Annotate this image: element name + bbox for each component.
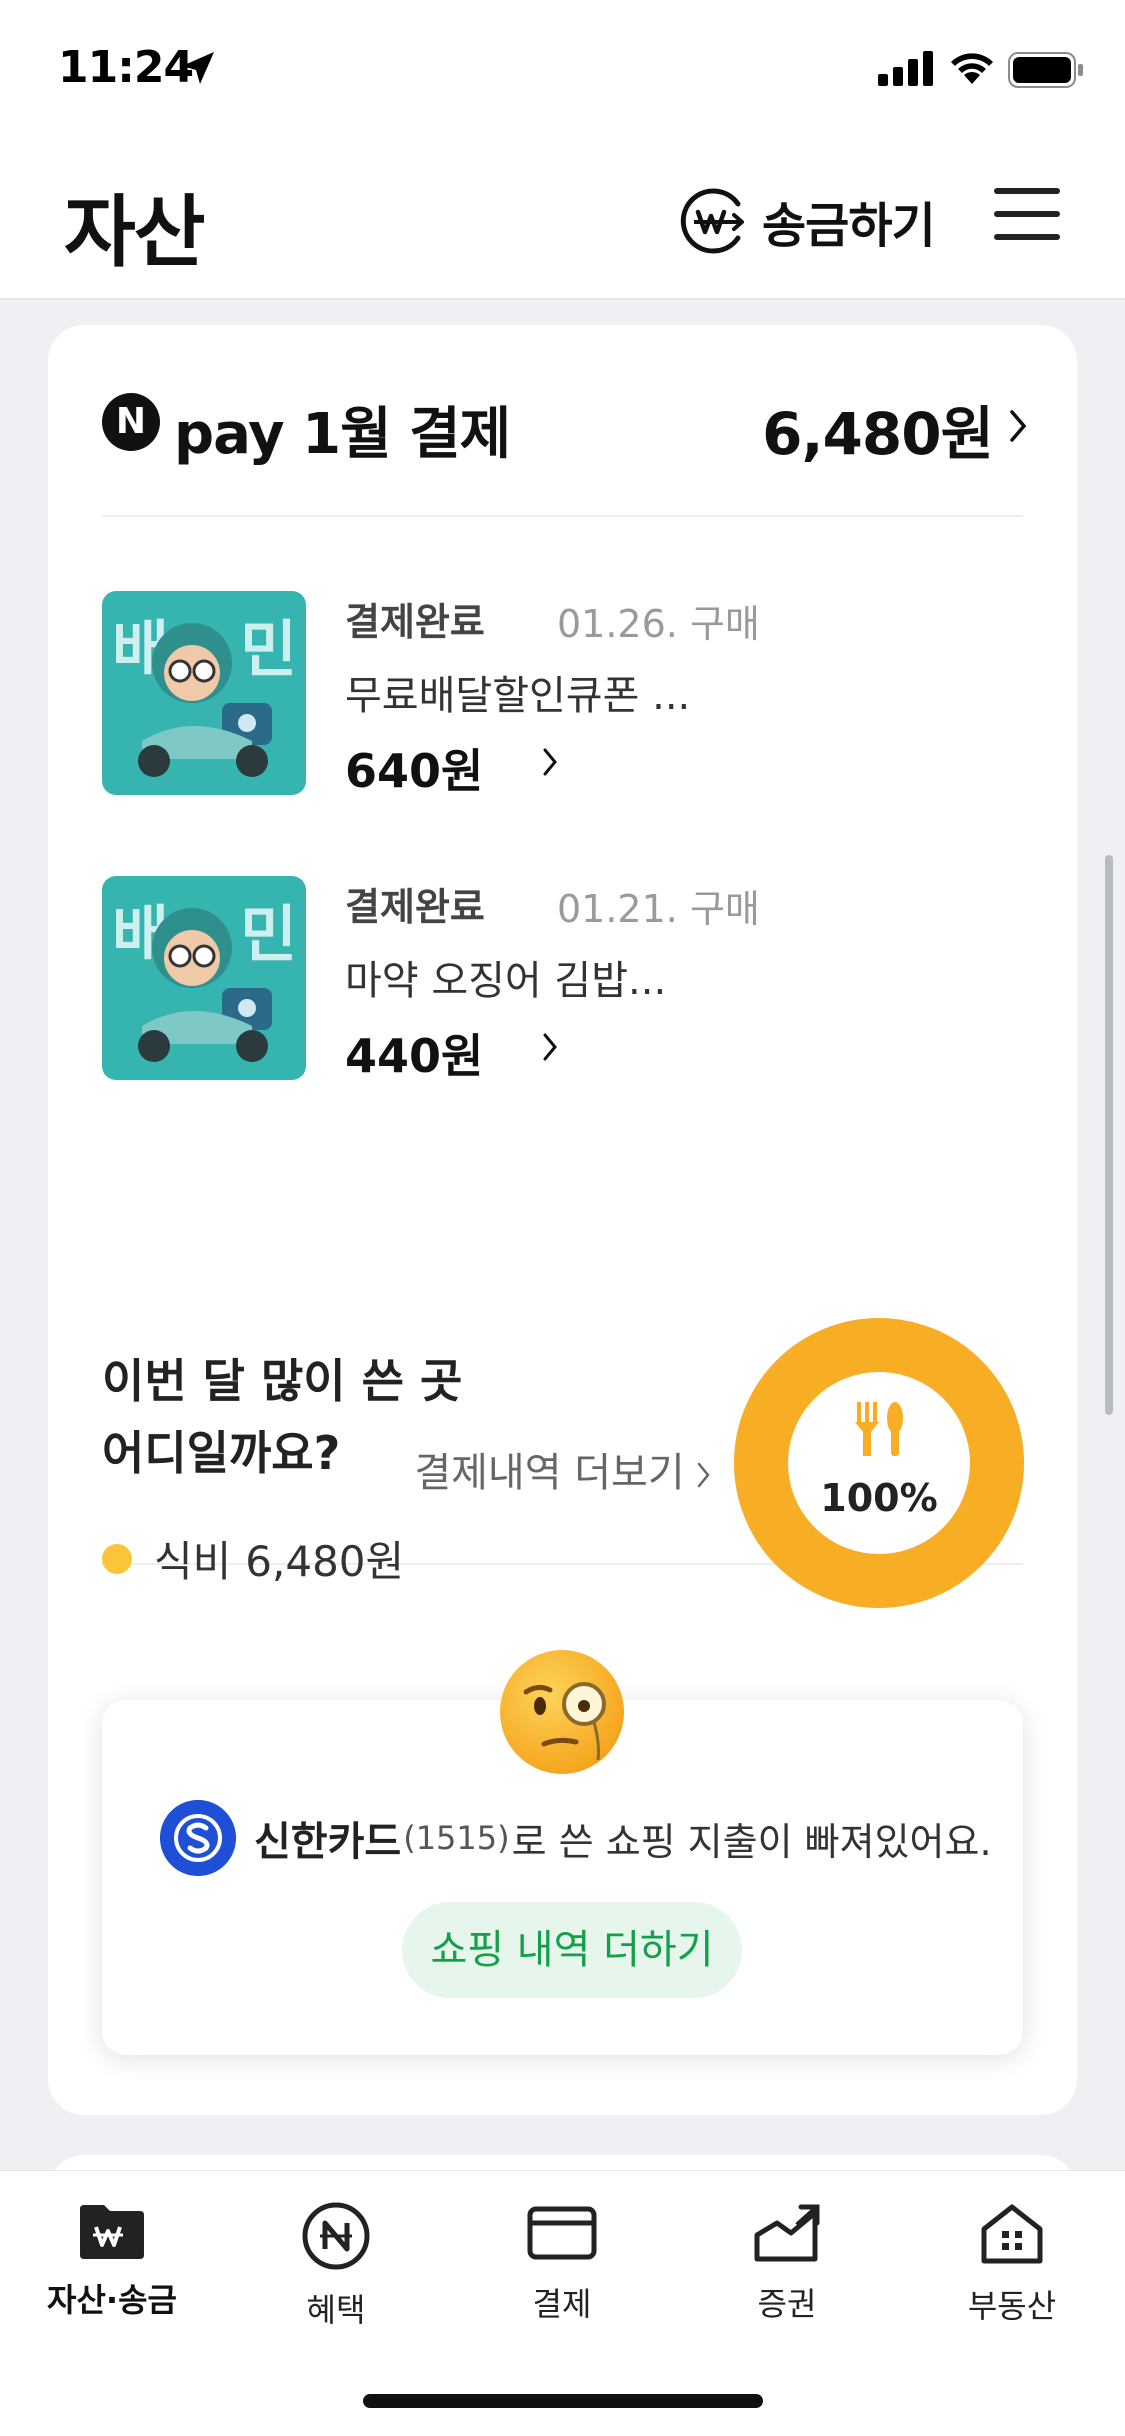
- home-indicator: [363, 2394, 763, 2408]
- menu-icon: [994, 188, 1060, 194]
- won-transfer-icon: [680, 188, 744, 254]
- baemin-rider-thumbnail: 배 민: [102, 591, 306, 795]
- baemin-rider-thumbnail: 배 민: [102, 876, 306, 1080]
- card-name: 신한카드: [254, 1819, 402, 1865]
- tab-label: 자산·송금: [47, 2281, 177, 2319]
- chevron-right-icon: [543, 1033, 557, 1061]
- send-money-button[interactable]: 송금하기: [678, 182, 936, 260]
- stock-chart-icon: [754, 2204, 820, 2262]
- legend-dot: [102, 1543, 132, 1574]
- payment-product-name: 무료배달할인큐폰 ...: [345, 673, 691, 719]
- payment-status: 결제완료: [345, 885, 485, 929]
- status-bar: 11:24: [0, 0, 1125, 140]
- pay-month-title: pay 1월 결제: [174, 402, 511, 467]
- credit-card-icon: [527, 2206, 597, 2260]
- status-time: 11:24: [58, 42, 194, 93]
- battery-icon: [1008, 52, 1083, 88]
- wifi-icon: [951, 53, 993, 84]
- donut-slice-식비: [734, 1318, 1024, 1608]
- pay-total-amount: 6,480원: [762, 400, 994, 468]
- cellular-signal-icon: [878, 51, 933, 86]
- notice-message: 로 쓴 쇼핑 지출이 빠져있어요.: [511, 1819, 992, 1864]
- payment-date: 01.26. 구매: [557, 602, 760, 646]
- chevron-right-icon: [697, 1462, 710, 1488]
- payment-price: 440원: [345, 1029, 484, 1083]
- app-header: 자산 송금하기: [0, 140, 1125, 300]
- divider: [102, 515, 1023, 517]
- svg-text:민: 민: [240, 898, 297, 971]
- location-arrow-icon: [182, 52, 214, 84]
- spending-legend: 식비 6,480원: [102, 1528, 404, 1589]
- scrollbar[interactable]: [1105, 855, 1113, 1415]
- payment-item[interactable]: 배 민 결제완료 01.21. 구매 마약 오징어 김밥... 440원: [102, 876, 1027, 1083]
- card-number: (1515): [403, 1819, 510, 1857]
- tab-stocks[interactable]: 증권: [697, 2201, 877, 2331]
- house-icon: [981, 2204, 1043, 2264]
- tab-payment[interactable]: 결제: [472, 2201, 652, 2331]
- npay-logo-icon: N: [102, 393, 160, 451]
- payment-item[interactable]: 배 민 결제완료 01.26. 구매 무료배달할인큐폰 ... 640원: [102, 591, 1027, 798]
- tab-label: 증권: [757, 2285, 817, 2323]
- notice-message-row: 신한카드 (1515) 로 쓴 쇼핑 지출이 빠져있어요.: [160, 1800, 992, 1876]
- tab-label: 혜택: [306, 2291, 366, 2329]
- donut-percent-label: 100%: [820, 1476, 938, 1520]
- tab-label: 부동산: [967, 2287, 1057, 2325]
- menu-button[interactable]: [994, 188, 1060, 248]
- page-title: 자산: [64, 188, 206, 278]
- spending-donut-chart: [734, 1318, 1024, 1608]
- spending-question-line2: 어디일까요?: [102, 1426, 341, 1480]
- chevron-right-icon: [543, 748, 557, 776]
- payment-price: 640원: [345, 744, 484, 798]
- svg-text:민: 민: [240, 613, 297, 686]
- add-shopping-button[interactable]: 쇼핑 내역 더하기: [402, 1902, 742, 1998]
- tab-real-estate[interactable]: 부동산: [922, 2201, 1102, 2331]
- fork-knife-icon: [855, 1402, 903, 1456]
- shinhan-card-logo-icon: [160, 1800, 236, 1876]
- legend-category: 식비: [154, 1537, 232, 1586]
- wallet-folder-icon: [80, 2205, 144, 2259]
- payment-product-name: 마약 오징어 김밥...: [345, 958, 667, 1004]
- chevron-right-icon: [1010, 410, 1027, 442]
- send-money-label: 송금하기: [762, 198, 936, 254]
- pay-summary-row[interactable]: N pay 1월 결제 6,480원: [102, 379, 1027, 469]
- tab-label: 결제: [532, 2285, 592, 2323]
- npoint-icon: [302, 2202, 370, 2270]
- spending-question-line1: 이번 달 많이 쓴 곳: [102, 1354, 463, 1408]
- legend-amount: 6,480원: [245, 1537, 405, 1586]
- payment-status: 결제완료: [345, 600, 485, 644]
- tab-assets-transfer[interactable]: 자산·송금: [22, 2201, 202, 2331]
- monocle-face-emoji-icon: [500, 1650, 624, 1774]
- spending-question: 이번 달 많이 쓴 곳 어디일까요?: [102, 1345, 622, 1489]
- payment-date: 01.21. 구매: [557, 887, 760, 931]
- tab-benefits[interactable]: 혜택: [246, 2201, 426, 2331]
